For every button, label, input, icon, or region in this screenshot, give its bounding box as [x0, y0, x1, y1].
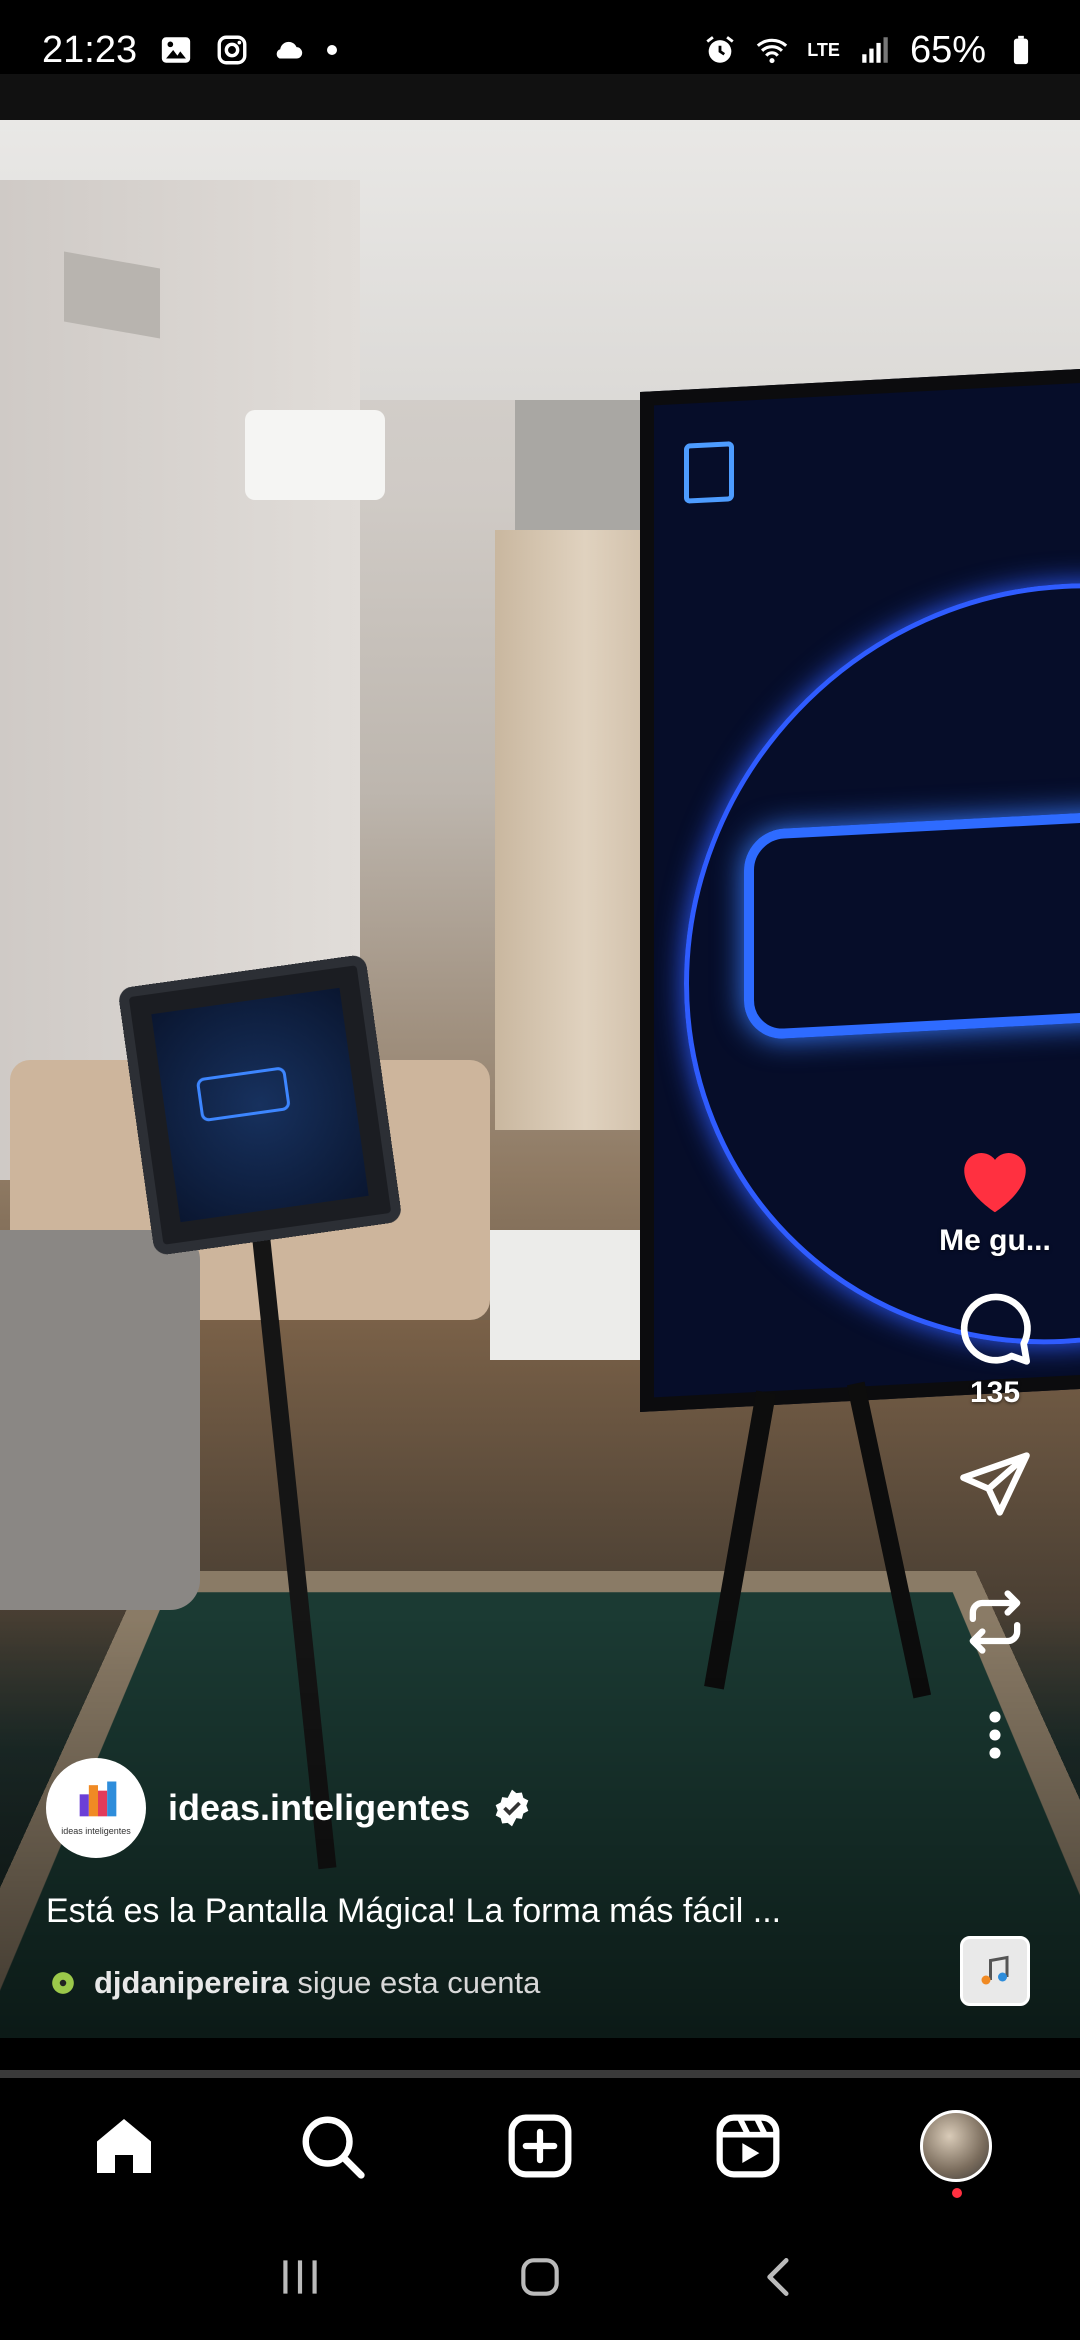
header-strip: [0, 74, 1080, 120]
author-name[interactable]: ideas.inteligentes: [168, 1787, 470, 1829]
notification-dot: [327, 45, 338, 55]
comment-icon: [960, 1293, 1031, 1365]
author-avatar[interactable]: ideas inteligentes: [46, 1758, 146, 1858]
more-vertical-icon: [989, 1711, 1001, 1759]
reel-actions: Me gu... 135: [910, 1140, 1080, 1760]
cloud-icon: [276, 41, 303, 59]
comment-button[interactable]: 135: [955, 1288, 1035, 1410]
gallery-icon: [161, 37, 191, 63]
audio-thumbnail[interactable]: [960, 1936, 1030, 2006]
recent-apps-icon[interactable]: [275, 2252, 325, 2302]
scene-tablet: [117, 953, 403, 1257]
share-button[interactable]: [957, 1446, 1033, 1522]
instagram-icon: [217, 35, 247, 65]
ideas-logo-icon: [79, 1781, 117, 1817]
home-button-icon[interactable]: [515, 2252, 565, 2302]
author-row: ideas inteligentes ideas.inteligentes: [46, 1758, 532, 1858]
nav-reels[interactable]: [698, 2096, 798, 2196]
bottom-navigation: [0, 2078, 1080, 2214]
comment-count: 135: [969, 1376, 1021, 1409]
music-disc-icon: [52, 1972, 74, 1994]
profile-avatar: [920, 2110, 992, 2182]
status-time: 21:23: [42, 28, 138, 71]
create-icon: [508, 2114, 572, 2178]
repost-icon: [969, 1590, 1021, 1654]
scene-ottoman: [490, 1230, 650, 1360]
notification-dot: [952, 2188, 962, 2198]
like-button[interactable]: Me gu...: [939, 1140, 1051, 1258]
nav-profile[interactable]: [906, 2096, 1006, 2198]
home-icon: [97, 2119, 151, 2173]
back-icon[interactable]: [755, 2252, 805, 2302]
signal-icon: [862, 37, 888, 63]
heart-icon: [964, 1153, 1026, 1213]
wifi-icon: [757, 38, 788, 64]
like-label: Me gu...: [939, 1224, 1051, 1257]
scene-air-conditioner: [245, 410, 385, 500]
battery-percent: 65%: [909, 28, 986, 71]
remix-button[interactable]: [957, 1582, 1033, 1662]
nav-home[interactable]: [74, 2096, 174, 2196]
video-progress-bar[interactable]: [0, 2070, 1080, 2078]
scene-sofa-grey: [0, 1230, 200, 1610]
nav-create[interactable]: [490, 2096, 590, 2196]
more-options-button[interactable]: [985, 1710, 1005, 1760]
alarm-icon: [706, 36, 734, 63]
follower-suffix: sigue esta cuenta: [297, 1965, 541, 2000]
search-icon: [302, 2116, 365, 2179]
lte-indicator: LTE: [807, 40, 840, 60]
follower-name: djdanipereira: [94, 1965, 289, 2000]
battery-icon: [1013, 35, 1029, 65]
reels-icon: [716, 2114, 780, 2178]
post-caption[interactable]: Está es la Pantalla Mágica! La forma más…: [46, 1892, 906, 1931]
system-navigation: [0, 2214, 1080, 2340]
verified-badge-icon: [495, 1789, 529, 1827]
music-note-icon: [981, 1955, 1009, 1985]
avatar-caption: ideas inteligentes: [61, 1826, 131, 1836]
nav-search[interactable]: [282, 2096, 382, 2196]
mutual-follower-row[interactable]: djdanipereira sigue esta cuenta: [50, 1965, 540, 2001]
send-icon: [960, 1452, 1030, 1516]
